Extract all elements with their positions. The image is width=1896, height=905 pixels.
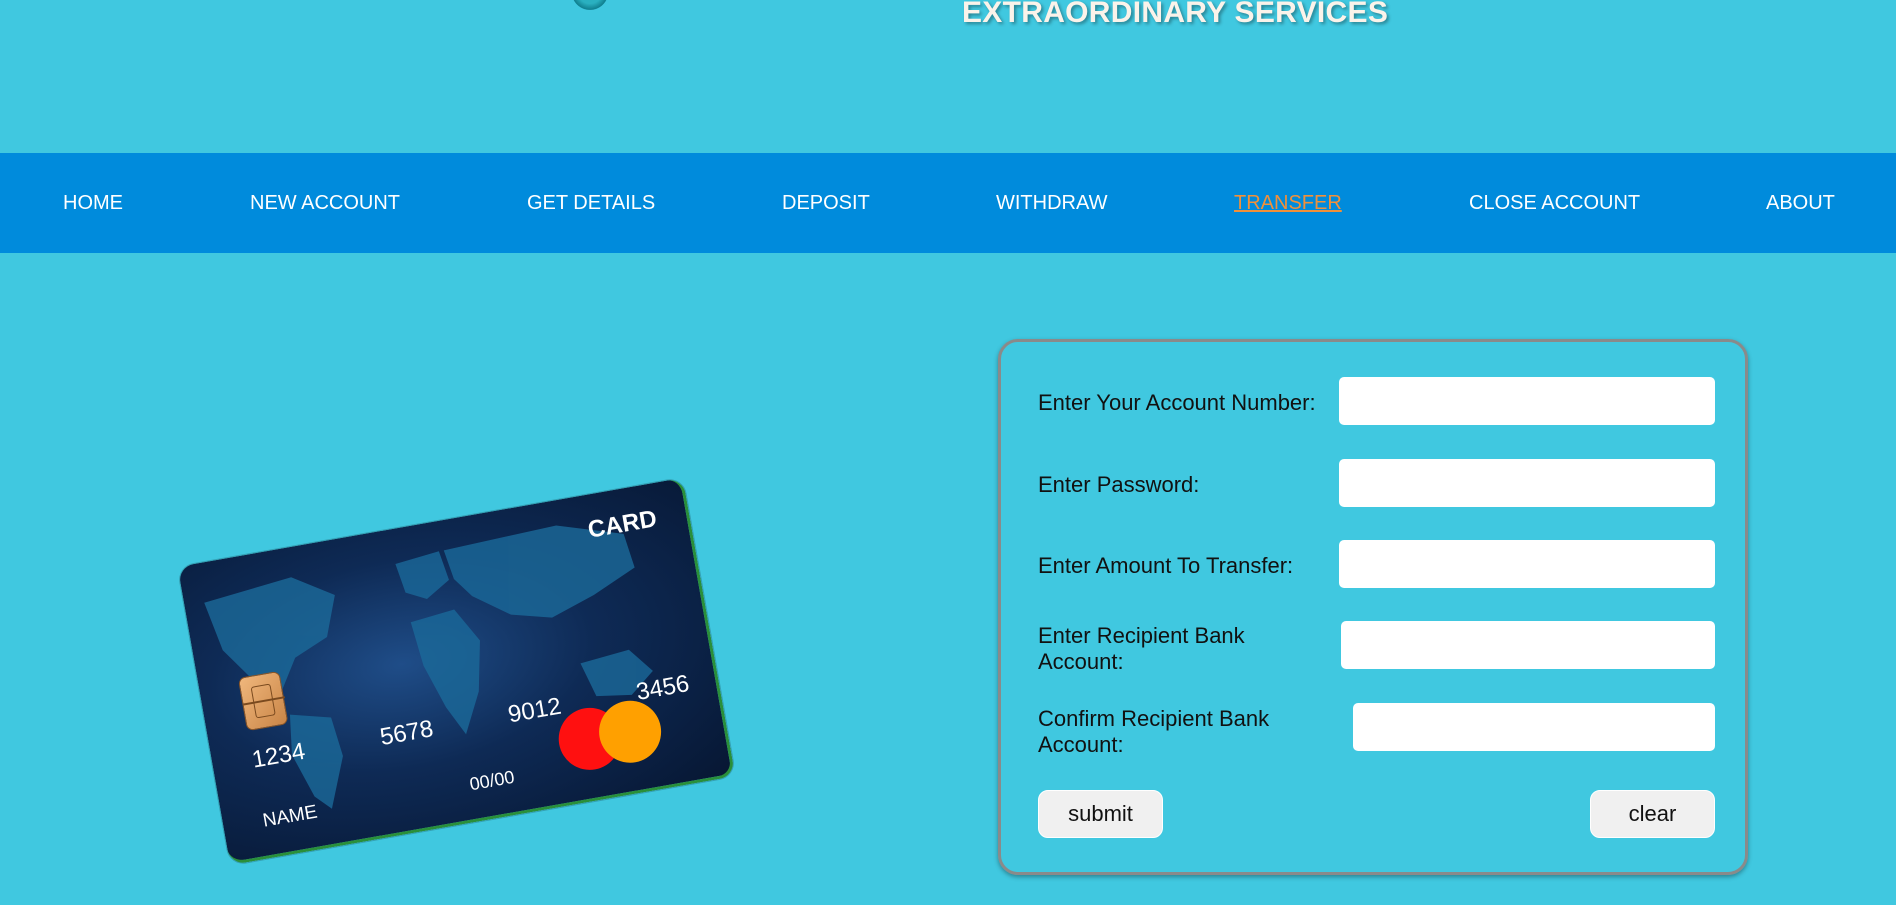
account-number-input[interactable]: [1339, 377, 1715, 425]
recipient-account-input[interactable]: [1341, 621, 1715, 669]
nav-about-link[interactable]: ABOUT: [1766, 153, 1835, 253]
password-label: Enter Password:: [1038, 472, 1200, 497]
account-number-label: Enter Your Account Number:: [1038, 390, 1316, 415]
logo-icon: [570, 0, 610, 14]
nav-transfer-link[interactable]: TRANSFER: [1234, 153, 1342, 253]
nav-close-account-link[interactable]: CLOSE ACCOUNT: [1469, 153, 1640, 253]
nav-home-link[interactable]: HOME: [63, 153, 123, 253]
transfer-form: Enter Your Account Number: Enter Passwor…: [998, 339, 1748, 875]
nav-deposit-link[interactable]: DEPOSIT: [782, 153, 870, 253]
confirm-recipient-account-input[interactable]: [1353, 703, 1715, 751]
world-map-icon: [204, 525, 653, 809]
password-input[interactable]: [1339, 459, 1715, 507]
header-tagline: EXTRAORDINARY SERVICES: [962, 0, 1389, 29]
recipient-account-label: Enter Recipient Bank Account:: [1038, 623, 1245, 674]
site-header: EXTRAORDINARY SERVICES: [0, 0, 1896, 153]
credit-card: CARD 1234 5678 9012 3456 NAME 00/00: [177, 477, 736, 866]
confirm-recipient-account-label: Confirm Recipient Bank Account:: [1038, 706, 1270, 757]
nav-withdraw-link[interactable]: WITHDRAW: [996, 153, 1107, 253]
card-chip-icon: [237, 670, 289, 732]
credit-card-illustration: CARD 1234 5678 9012 3456 NAME 00/00: [177, 477, 736, 866]
clear-button[interactable]: clear: [1590, 790, 1715, 838]
amount-label: Enter Amount To Transfer:: [1038, 553, 1294, 578]
submit-button[interactable]: submit: [1038, 790, 1163, 838]
nav-new-account-link[interactable]: NEW ACCOUNT: [250, 153, 400, 253]
nav-get-details-link[interactable]: GET DETAILS: [527, 153, 655, 253]
amount-input[interactable]: [1339, 540, 1715, 588]
main-navbar: HOME NEW ACCOUNT GET DETAILS DEPOSIT WIT…: [0, 153, 1896, 253]
